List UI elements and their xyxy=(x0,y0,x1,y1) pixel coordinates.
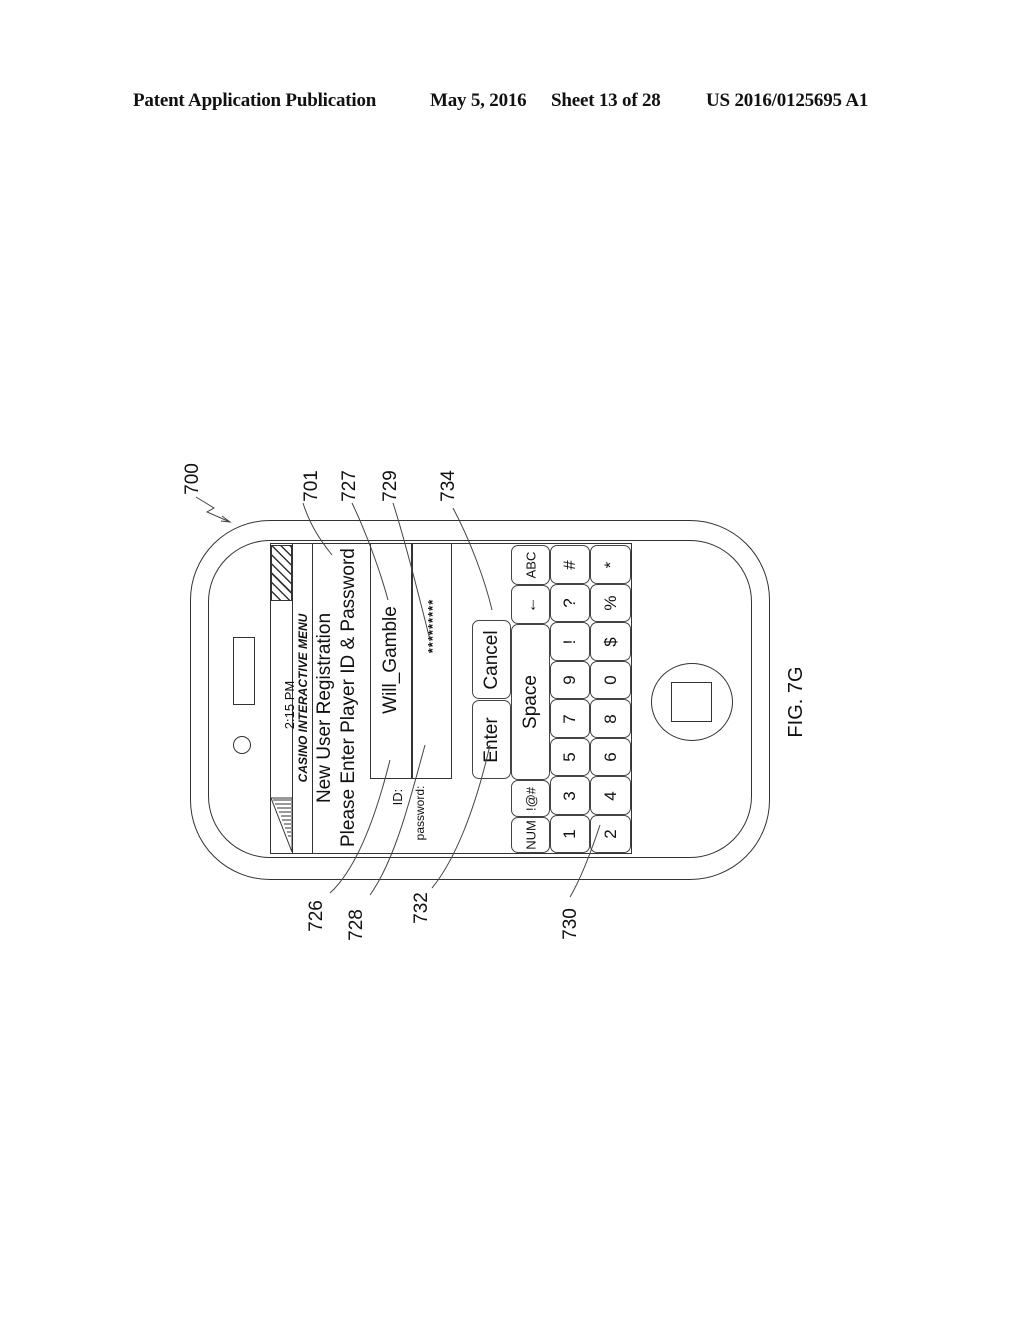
ref-729: 729 xyxy=(380,470,401,502)
leader-729 xyxy=(392,502,431,641)
leader-727 xyxy=(351,502,389,601)
leader-728 xyxy=(369,744,426,896)
ref-727: 727 xyxy=(339,470,360,502)
ref-734: 734 xyxy=(438,470,459,502)
leader-701 xyxy=(302,502,333,556)
leader-734 xyxy=(452,507,493,611)
ref-700: 700 xyxy=(182,463,203,495)
ref-728: 728 xyxy=(346,909,367,941)
leader-730 xyxy=(569,824,601,898)
ref-730: 730 xyxy=(560,908,581,940)
leader-732 xyxy=(431,744,491,889)
leader-726 xyxy=(329,759,391,894)
ref-701: 701 xyxy=(301,470,322,502)
ref-726: 726 xyxy=(306,900,327,932)
leader-lines xyxy=(195,496,601,898)
ref-732: 732 xyxy=(411,892,432,924)
figure-caption: FIG. 7G xyxy=(785,666,807,738)
